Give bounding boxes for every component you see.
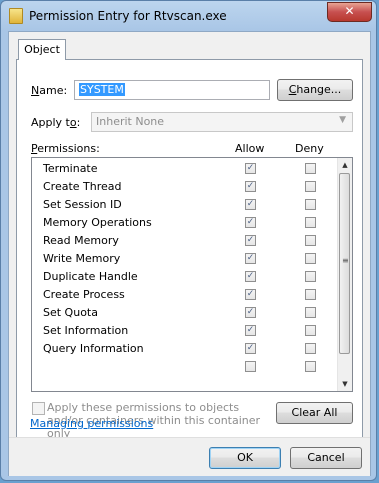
allow-checkbox[interactable]: ✓ [245, 235, 256, 246]
permission-row: Create Process ✓ [32, 286, 340, 304]
permission-name: Read Memory [43, 234, 119, 247]
deny-checkbox[interactable] [305, 163, 316, 174]
deny-checkbox[interactable] [305, 325, 316, 336]
deny-checkbox[interactable] [305, 181, 316, 192]
permission-name: Memory Operations [43, 216, 152, 229]
window-title: Permission Entry for Rtvscan.exe [29, 9, 227, 23]
apply-to-label: Apply to: [31, 116, 81, 129]
permission-name: Write Memory [43, 252, 121, 265]
permission-row: Duplicate Handle ✓ [32, 268, 340, 286]
permission-row: Set Information ✓ [32, 322, 340, 340]
permission-row: Memory Operations ✓ [32, 214, 340, 232]
folder-icon [9, 8, 23, 24]
permission-name: Query Information [43, 342, 144, 355]
deny-checkbox[interactable] [305, 217, 316, 228]
permission-name: Create Thread [43, 180, 122, 193]
ok-button[interactable]: OK [209, 447, 281, 469]
managing-permissions-link[interactable]: Managing permissions [30, 417, 153, 430]
permission-name: Set Quota [43, 306, 98, 319]
chevron-down-icon: ▼ [339, 115, 346, 125]
change-button[interactable]: Change... [277, 79, 353, 101]
name-field[interactable]: SYSTEM [74, 80, 270, 100]
deny-checkbox[interactable] [305, 307, 316, 318]
allow-checkbox[interactable]: ✓ [245, 199, 256, 210]
allow-checkbox[interactable]: ✓ [245, 181, 256, 192]
apply-to-children-checkbox[interactable] [32, 402, 45, 415]
allow-checkbox[interactable]: ✓ [245, 253, 256, 264]
permission-name: Create Process [43, 288, 125, 301]
allow-checkbox[interactable]: ✓ [245, 271, 256, 282]
deny-checkbox[interactable] [305, 271, 316, 282]
grip-icon: ≡ [342, 256, 349, 265]
deny-checkbox[interactable] [305, 235, 316, 246]
name-value: SYSTEM [79, 83, 125, 96]
permissions-list[interactable]: Terminate ✓ Create Thread ✓ Set Session ID ✓ M… [31, 157, 353, 392]
dialog-body: Object Name: SYSTEM Change... Apply to: … [8, 31, 371, 476]
allow-checkbox[interactable] [245, 361, 256, 372]
permission-name: Set Information [43, 324, 129, 337]
deny-checkbox[interactable] [305, 289, 316, 300]
allow-checkbox[interactable]: ✓ [245, 163, 256, 174]
name-label: Name: [31, 84, 68, 97]
vertical-scrollbar[interactable]: ▲ ≡ ▼ [337, 158, 352, 391]
permission-row: Terminate ✓ [32, 160, 340, 178]
permission-row: Read Memory ✓ [32, 232, 340, 250]
deny-header: Deny [295, 142, 324, 155]
allow-checkbox[interactable]: ✓ [245, 307, 256, 318]
scroll-down-icon[interactable]: ▼ [338, 377, 352, 391]
permission-row: Query Information ✓ [32, 340, 340, 358]
deny-checkbox[interactable] [305, 361, 316, 372]
cancel-button[interactable]: Cancel [290, 447, 362, 469]
allow-checkbox[interactable]: ✓ [245, 343, 256, 354]
deny-checkbox[interactable] [305, 343, 316, 354]
permission-name: Set Session ID [43, 198, 122, 211]
deny-checkbox[interactable] [305, 253, 316, 264]
permission-name: Terminate [43, 162, 98, 175]
tab-object[interactable]: Object [18, 39, 66, 60]
scroll-up-icon[interactable]: ▲ [338, 158, 352, 172]
clear-all-button[interactable]: Clear All [276, 402, 353, 424]
close-button[interactable]: ✕ [327, 2, 372, 22]
title-bar[interactable]: Permission Entry for Rtvscan.exe ✕ [1, 1, 376, 31]
deny-checkbox[interactable] [305, 199, 316, 210]
allow-header: Allow [235, 142, 265, 155]
permission-row-partial [32, 358, 340, 376]
permission-entry-window: Permission Entry for Rtvscan.exe ✕ Objec… [0, 0, 377, 481]
allow-checkbox[interactable]: ✓ [245, 289, 256, 300]
permission-row: Write Memory ✓ [32, 250, 340, 268]
allow-checkbox[interactable]: ✓ [245, 325, 256, 336]
apply-to-value: Inherit None [96, 115, 165, 128]
permission-row: Set Session ID ✓ [32, 196, 340, 214]
apply-to-dropdown[interactable]: Inherit None ▼ [91, 112, 353, 132]
permissions-label: Permissions: [31, 142, 100, 155]
allow-checkbox[interactable]: ✓ [245, 217, 256, 228]
button-bar: OK Cancel [9, 437, 370, 476]
object-tab-panel: Name: SYSTEM Change... Apply to: Inherit… [16, 59, 363, 440]
permission-row: Create Thread ✓ [32, 178, 340, 196]
permission-name: Duplicate Handle [43, 270, 138, 283]
permission-row: Set Quota ✓ [32, 304, 340, 322]
scrollbar-thumb[interactable]: ≡ [339, 173, 350, 354]
